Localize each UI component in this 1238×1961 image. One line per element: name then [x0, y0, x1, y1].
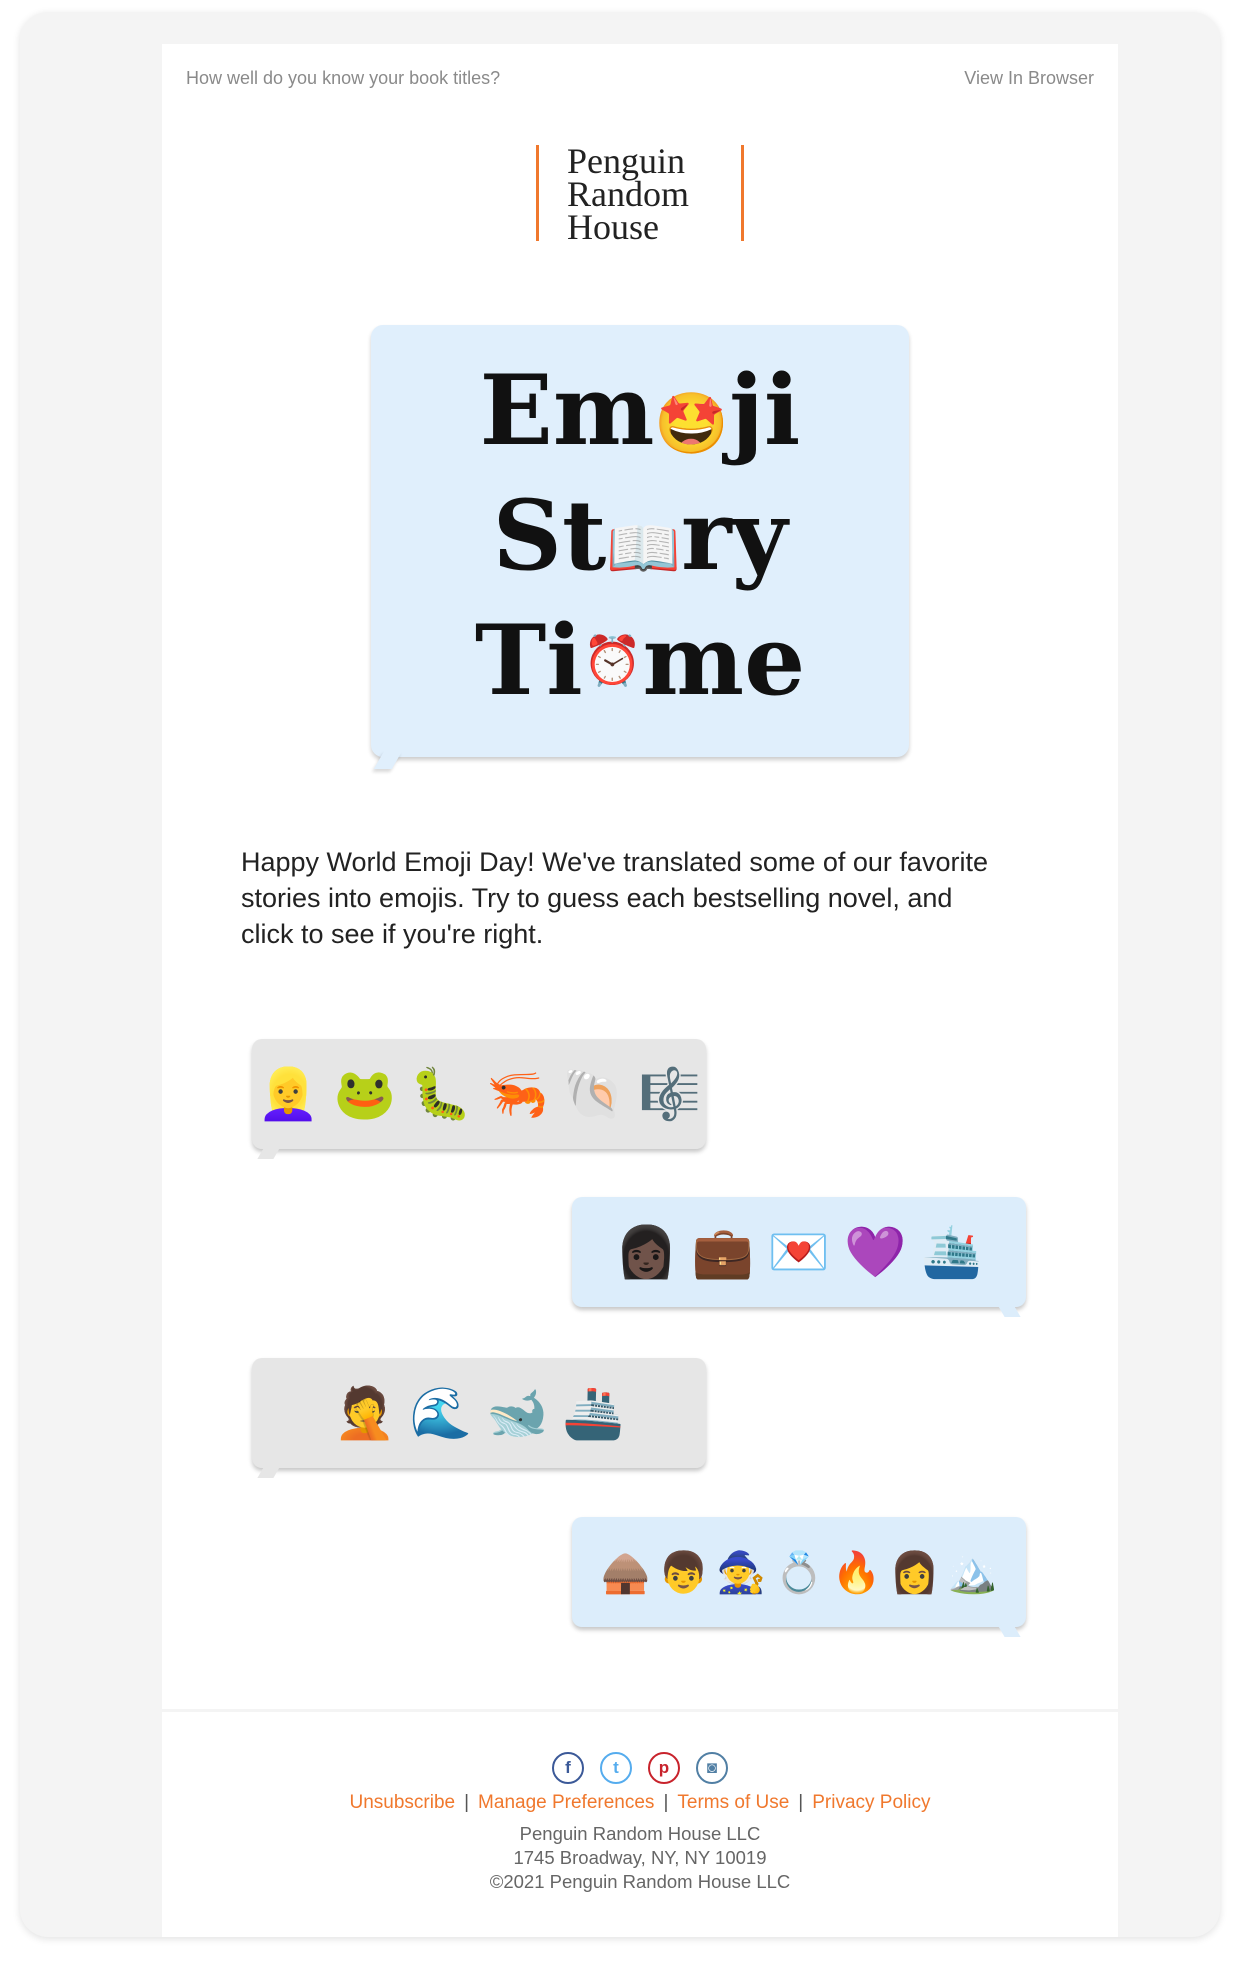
footer: f t p ◙ Unsubscribe | Manage Preferences | T… — [162, 1712, 1118, 1937]
purple-heart-emoji-icon: 💜 — [844, 1223, 907, 1280]
music-score-emoji-icon: 🎼 — [638, 1065, 701, 1122]
penguin-random-house-logo[interactable]: Penguin Random House — [536, 143, 744, 247]
hero-text: ji — [729, 354, 801, 467]
speech-tail — [995, 1621, 1021, 1637]
woman-emoji-icon: 👱‍♀️ — [257, 1065, 320, 1122]
wave-emoji-icon: 🌊 — [409, 1384, 472, 1441]
briefcase-emoji-icon: 💼 — [691, 1223, 754, 1280]
emoji-puzzle-2[interactable]: 👩🏿 💼 💌 💜 🛳️ — [572, 1197, 1026, 1317]
terms-of-use-link[interactable]: Terms of Use — [677, 1792, 789, 1813]
manage-preferences-link[interactable]: Manage Preferences — [478, 1792, 654, 1813]
shell-emoji-icon: 🐚 — [562, 1065, 625, 1122]
ship-emoji-icon: 🚢 — [562, 1384, 625, 1441]
boy-emoji-icon: 👦 — [658, 1550, 709, 1595]
wizard-emoji-icon: 🧙 — [716, 1550, 767, 1595]
ship-emoji-icon: 🛳️ — [920, 1223, 983, 1280]
facepalm-emoji-icon: 🤦 — [333, 1384, 396, 1441]
hero-text: ry — [681, 479, 788, 592]
shrimp-emoji-icon: 🦐 — [486, 1065, 549, 1122]
open-book-emoji-icon: 📖 — [606, 514, 682, 584]
emoji-puzzle-1[interactable]: 👱‍♀️ 🐸 🐛 🦐 🐚 🎼 — [252, 1039, 706, 1159]
emoji-puzzle-3[interactable]: 🤦 🌊 🐋 🚢 — [252, 1358, 706, 1478]
frog-emoji-icon: 🐸 — [333, 1065, 396, 1122]
divider: | — [464, 1792, 470, 1813]
privacy-policy-link[interactable]: Privacy Policy — [812, 1792, 930, 1813]
copyright: ©2021 Penguin Random House LLC — [489, 1871, 791, 1892]
whale-emoji-icon: 🐋 — [486, 1384, 549, 1441]
street-address: 1745 Broadway, NY, NY 10019 — [513, 1847, 767, 1868]
email-frame: How well do you know your book titles? V… — [20, 12, 1220, 1937]
divider: | — [798, 1792, 804, 1813]
emoji-puzzle-4[interactable]: 🛖 👦 🧙 💍 🔥 👩 🏔️ — [572, 1517, 1026, 1637]
speech-tail — [257, 1143, 283, 1159]
divider: | — [663, 1792, 669, 1813]
hero-text: Em — [479, 354, 655, 467]
intro-paragraph: Happy World Emoji Day! We've translated … — [241, 847, 988, 949]
social-links: f t p ◙ — [162, 1752, 1118, 1784]
twitter-icon[interactable]: t — [600, 1752, 632, 1784]
woman-emoji-icon: 👩🏿 — [615, 1223, 678, 1280]
unsubscribe-link[interactable]: Unsubscribe — [350, 1792, 456, 1813]
alarm-clock-emoji-icon: ⏰ — [582, 633, 643, 689]
hero-text: me — [642, 604, 806, 717]
hut-emoji-icon: 🛖 — [600, 1550, 651, 1595]
email-body: How well do you know your book titles? V… — [162, 44, 1118, 1709]
footer-links: Unsubscribe | Manage Preferences | Terms of … — [162, 1792, 1118, 1814]
bug-emoji-icon: 🐛 — [409, 1065, 472, 1122]
facebook-icon[interactable]: f — [552, 1752, 584, 1784]
preheader-text: How well do you know your book titles? — [186, 68, 501, 88]
emoji-story-time-banner: Em🤩ji St📖ry Ti⏰me — [371, 325, 909, 769]
woman-emoji-icon: 👩 — [889, 1550, 940, 1595]
love-letter-emoji-icon: 💌 — [767, 1223, 831, 1280]
hero-text: Ti — [474, 604, 583, 717]
speech-tail — [995, 1301, 1021, 1317]
view-in-browser-link[interactable]: View In Browser — [964, 68, 1094, 89]
star-struck-emoji-icon: 🤩 — [654, 389, 730, 459]
company-address: Penguin Random House LLC 1745 Broadway, … — [162, 1822, 1118, 1894]
ring-emoji-icon: 💍 — [774, 1550, 824, 1595]
company-name: Penguin Random House LLC — [519, 1823, 761, 1844]
fire-emoji-icon: 🔥 — [831, 1550, 882, 1595]
pinterest-icon[interactable]: p — [648, 1752, 680, 1784]
speech-tail — [257, 1462, 283, 1478]
speech-tail — [373, 751, 403, 769]
mountain-emoji-icon: 🏔️ — [947, 1550, 998, 1595]
hero-text: St — [492, 479, 607, 592]
instagram-icon[interactable]: ◙ — [696, 1752, 728, 1784]
logo-line: House — [567, 207, 659, 247]
